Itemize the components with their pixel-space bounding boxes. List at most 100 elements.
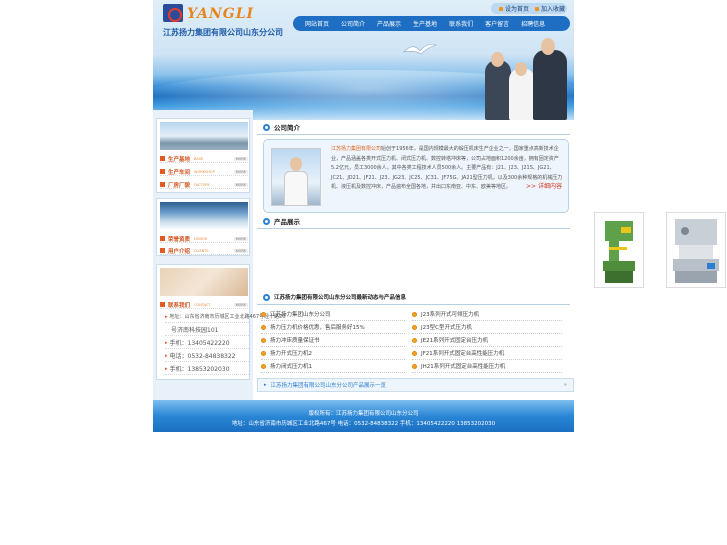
bullet-icon [261, 324, 266, 330]
arrow-icon: ▸ [264, 382, 267, 388]
nav-home[interactable]: 网站首页 [299, 19, 335, 28]
bullet-icon [412, 337, 417, 343]
arrow-icon [160, 302, 165, 307]
press-machine-image-1[interactable] [594, 212, 644, 288]
news-item[interactable]: 扬力压力机价格优惠，售后服务好15% [261, 321, 405, 334]
footer: 版权所有：江苏扬力集团有限公司山东分公司 地址：山东省济南市历城区工业北路467… [153, 400, 574, 432]
sidebar-item-workshop[interactable]: 生产车间 WORKSHOP MORE [160, 168, 248, 176]
set-homepage-label: 设为首页 [505, 6, 530, 13]
section-title-about: 公司简介 [263, 120, 300, 134]
divider [257, 228, 570, 229]
sidebar-item-base[interactable]: 生产基地 BASE MORE [160, 155, 248, 163]
sidebar-item-label: 荣誉资质 [168, 236, 191, 243]
product-item[interactable]: JF21系列开式固定台高性能压力机 [412, 347, 562, 360]
section-title-text: 产品展示 [274, 218, 300, 226]
more-button[interactable]: MORE [233, 248, 248, 253]
more-button[interactable]: MORE [233, 182, 248, 187]
news-item[interactable]: 扬力闭式压力机1 [261, 360, 405, 373]
sidebar-item-label: 用户介绍 [168, 248, 191, 255]
page: YANGLI 江苏扬力集团有限公司山东分公司 设为首页 加入收藏 网站首页 公司… [153, 0, 574, 432]
nav-about[interactable]: 公司简介 [335, 19, 371, 28]
nav-jobs[interactable]: 招聘信息 [515, 19, 551, 28]
arrow-icon [160, 236, 165, 241]
bullet-icon [261, 337, 266, 343]
news-text: 江苏扬力集团山东分公司 [270, 312, 331, 318]
arrow-icon: ▸ [165, 352, 168, 359]
sidebar-item-clients[interactable]: 用户介绍 CLIENTS MORE [160, 247, 248, 255]
more-button[interactable]: MORE [233, 156, 248, 161]
product-text: J23型C型开式压力机 [421, 325, 472, 331]
nav-contact[interactable]: 联系我们 [443, 19, 479, 28]
product-text: JE21系列开式固定台压力机 [421, 338, 489, 344]
product-item[interactable]: JE21系列开式固定台压力机 [412, 334, 562, 347]
product-item[interactable]: J23型C型开式压力机 [412, 321, 562, 334]
sidebar-block-honor: 荣誉资质 HONOR MORE 用户介绍 CLIENTS MORE [156, 198, 250, 256]
sidebar-item-contact[interactable]: 联系我们 CONTACT MORE [160, 301, 248, 309]
arrow-icon [160, 169, 165, 174]
set-homepage-link[interactable]: 设为首页 [499, 4, 529, 13]
arrow-icon: ▸ [165, 365, 168, 372]
divider [257, 304, 570, 305]
sidebar-item-label: 生产基地 [168, 156, 191, 163]
contact-text: 号济南科技园101 [171, 327, 219, 334]
bullet-icon [261, 350, 266, 356]
top-links: 设为首页 加入收藏 [491, 3, 567, 14]
bottom-link-text: 江苏扬力集团有限公司山东分公司产品展示一览 [270, 383, 387, 389]
logo-word: YANGLI [187, 6, 255, 22]
product-item[interactable]: JH21系列开式固定台高性能压力机 [412, 360, 562, 373]
logo[interactable]: YANGLI [163, 4, 283, 26]
more-button[interactable]: MORE [233, 169, 248, 174]
nav-base[interactable]: 生产基地 [407, 19, 443, 28]
arrow-icon: ▸ [165, 313, 168, 320]
product-text: JH21系列开式固定台高性能压力机 [421, 364, 506, 370]
footer-address: 地址：山东省济南市历城区工业北路467号 电话：0532-84838322 手机… [231, 421, 496, 427]
seagull-icon [403, 43, 437, 55]
sidebar-item-honor[interactable]: 荣誉资质 HONOR MORE [160, 235, 248, 243]
contact-text: 电话：0532-84838322 [169, 353, 236, 360]
business-people-image [483, 30, 573, 120]
contact-address: ▸ 地址：山东省济南市历城区工业北路467号经十路20 [165, 311, 285, 323]
section-title-text: 公司简介 [274, 124, 300, 132]
arrow-icon [160, 182, 165, 187]
add-favorite-link[interactable]: 加入收藏 [535, 4, 565, 13]
press-machine-image-2[interactable] [666, 212, 726, 288]
contact-mobile-1: ▸ 手机：13405422220 [165, 337, 249, 349]
header-banner: YANGLI 江苏扬力集团有限公司山东分公司 设为首页 加入收藏 网站首页 公司… [153, 0, 574, 120]
sidebar-item-en: FACTORY [194, 182, 210, 187]
intro-more-link[interactable]: >> 详细内容 [526, 181, 562, 190]
star-icon [535, 6, 540, 11]
intro-company-link[interactable]: 江苏扬力集团有限公司 [331, 146, 381, 152]
arrow-icon: ▸ [165, 339, 168, 346]
section-icon [263, 123, 270, 131]
bullet-icon [412, 363, 417, 369]
product-text: JF21系列开式固定台高性能压力机 [421, 351, 505, 357]
bottom-link-end: » [563, 382, 567, 388]
press-machine-icon [673, 219, 719, 283]
section-icon [263, 217, 270, 225]
section-title-text: 江苏扬力集团有限公司山东分公司最新动态与产品信息 [274, 295, 407, 301]
sidebar-item-label: 联系我们 [168, 302, 191, 309]
sidebar-block-contact: 联系我们 CONTACT MORE ▸ 地址：山东省济南市历城区工业北路467号… [156, 264, 285, 380]
more-button[interactable]: MORE [233, 302, 248, 307]
news-item[interactable]: 江苏扬力集团山东分公司 [261, 308, 405, 321]
bottom-link-bar[interactable]: ▸ 江苏扬力集团有限公司山东分公司产品展示一览 » [257, 378, 574, 392]
sidebar: 生产基地 BASE MORE 生产车间 WORKSHOP MORE 厂房厂貌 F… [153, 110, 285, 432]
nav-products[interactable]: 产品展示 [371, 19, 407, 28]
company-name: 江苏扬力集团有限公司山东分公司 [163, 28, 283, 37]
factory-photo [160, 122, 248, 150]
home-icon [499, 6, 503, 11]
product-item[interactable]: J23系列开式可倾压力机 [412, 308, 562, 321]
sidebar-item-factory[interactable]: 厂房厂貌 FACTORY MORE [160, 181, 248, 189]
intro-box: 江苏扬力集团有限公司始创于1956年，是国内规模最大的锻压机床生产企业之一，国家… [263, 139, 569, 213]
contact-phone: ▸ 电话：0532-84838322 [165, 350, 249, 362]
nav-guestbook[interactable]: 客户留言 [479, 19, 515, 28]
news-item[interactable]: 扬力开式压力机2 [261, 347, 405, 360]
logo-mark-icon [163, 4, 183, 22]
more-button[interactable]: MORE [233, 236, 248, 241]
news-text: 扬力开式压力机2 [270, 351, 312, 357]
divider [257, 134, 570, 135]
sidebar-item-en: BASE [194, 156, 204, 161]
crowd-photo [160, 202, 248, 230]
news-item[interactable]: 扬力冲床质量保证书 [261, 334, 405, 347]
contact-address-2: 号济南科技园101 [165, 324, 249, 336]
